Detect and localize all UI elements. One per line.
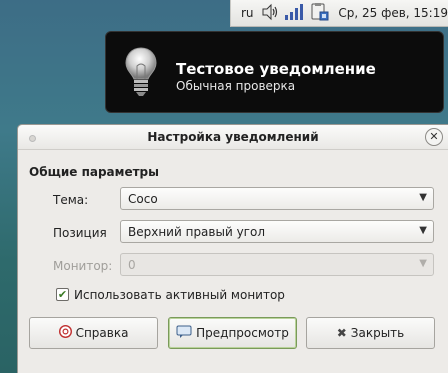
- theme-value: Coco: [128, 192, 158, 206]
- position-label: Позиция: [53, 226, 107, 240]
- close-x-icon: ✖: [336, 326, 347, 340]
- help-label: Справка: [75, 326, 129, 340]
- chevron-down-icon: ▼: [419, 258, 427, 269]
- monitor-combo: 0 ▼: [120, 253, 434, 276]
- use-active-monitor-label[interactable]: Использовать активный монитор: [74, 288, 285, 302]
- preview-label: Предпросмотр: [196, 326, 289, 340]
- speaker-icon[interactable]: [260, 3, 280, 24]
- dialog-title: Настройка уведомлений: [147, 130, 319, 144]
- section-general: Общие параметры: [29, 165, 159, 179]
- clipboard-icon[interactable]: [310, 2, 330, 25]
- close-icon[interactable]: ✕: [425, 128, 443, 146]
- speech-bubble-icon: [176, 325, 192, 341]
- notification-bubble[interactable]: Тестовое уведомление Обычная проверка: [105, 31, 444, 113]
- chevron-down-icon: ▼: [419, 225, 427, 236]
- chevron-down-icon: ▼: [419, 192, 427, 203]
- help-button[interactable]: Справка: [29, 317, 158, 349]
- top-panel: ru Ср, 25 фев, 15:19: [230, 0, 448, 27]
- close-label: Закрыть: [350, 326, 405, 340]
- position-value: Верхний правый угол: [128, 225, 265, 239]
- dialog-titlebar[interactable]: Настройка уведомлений ✕: [18, 125, 448, 150]
- monitor-label: Монитор:: [53, 259, 113, 273]
- help-icon: [58, 324, 72, 341]
- notification-settings-dialog: Настройка уведомлений ✕ Общие параметры …: [17, 124, 448, 373]
- keyboard-layout-indicator[interactable]: ru: [241, 6, 256, 20]
- theme-label: Тема:: [53, 193, 89, 207]
- clock[interactable]: Ср, 25 фев, 15:19: [338, 6, 448, 20]
- lightbulb-icon: [124, 46, 158, 102]
- preview-button[interactable]: Предпросмотр: [168, 317, 297, 349]
- position-combo[interactable]: Верхний правый угол ▼: [120, 220, 434, 243]
- notification-body: Обычная проверка: [176, 79, 296, 93]
- monitor-value: 0: [128, 258, 136, 272]
- notification-title: Тестовое уведомление: [176, 60, 376, 78]
- use-active-monitor-checkbox[interactable]: ✔: [56, 288, 69, 301]
- theme-combo[interactable]: Coco ▼: [120, 187, 434, 210]
- signal-bars-icon[interactable]: [284, 3, 306, 24]
- close-button[interactable]: ✖ Закрыть: [306, 317, 435, 349]
